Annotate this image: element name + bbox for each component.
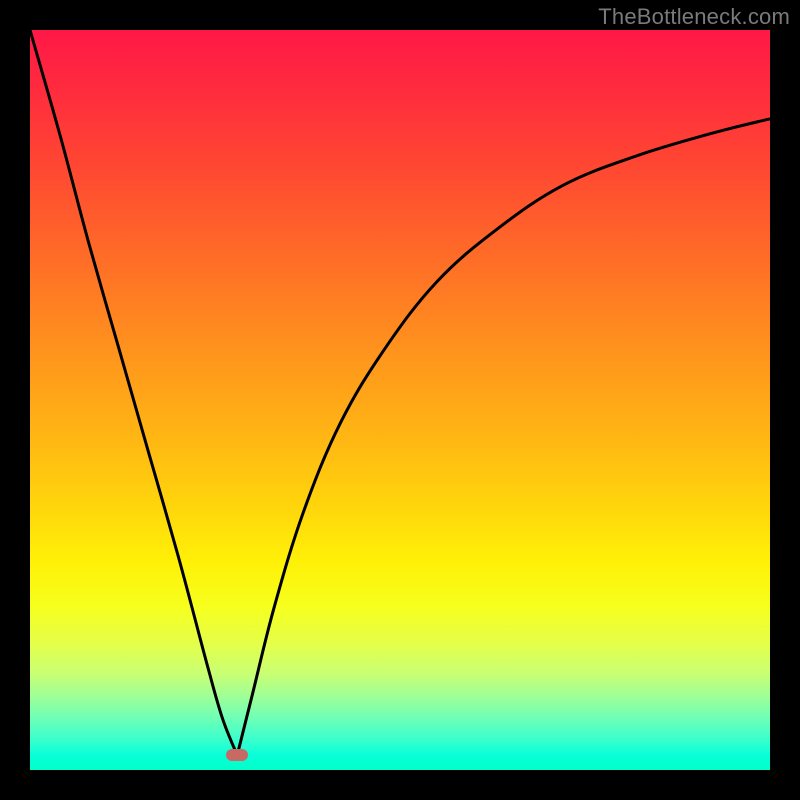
curve-path xyxy=(30,30,770,755)
optimum-marker xyxy=(226,749,248,761)
chart-frame: TheBottleneck.com xyxy=(0,0,800,800)
plot-area xyxy=(30,30,770,770)
bottleneck-curve xyxy=(30,30,770,770)
watermark-text: TheBottleneck.com xyxy=(598,4,790,30)
